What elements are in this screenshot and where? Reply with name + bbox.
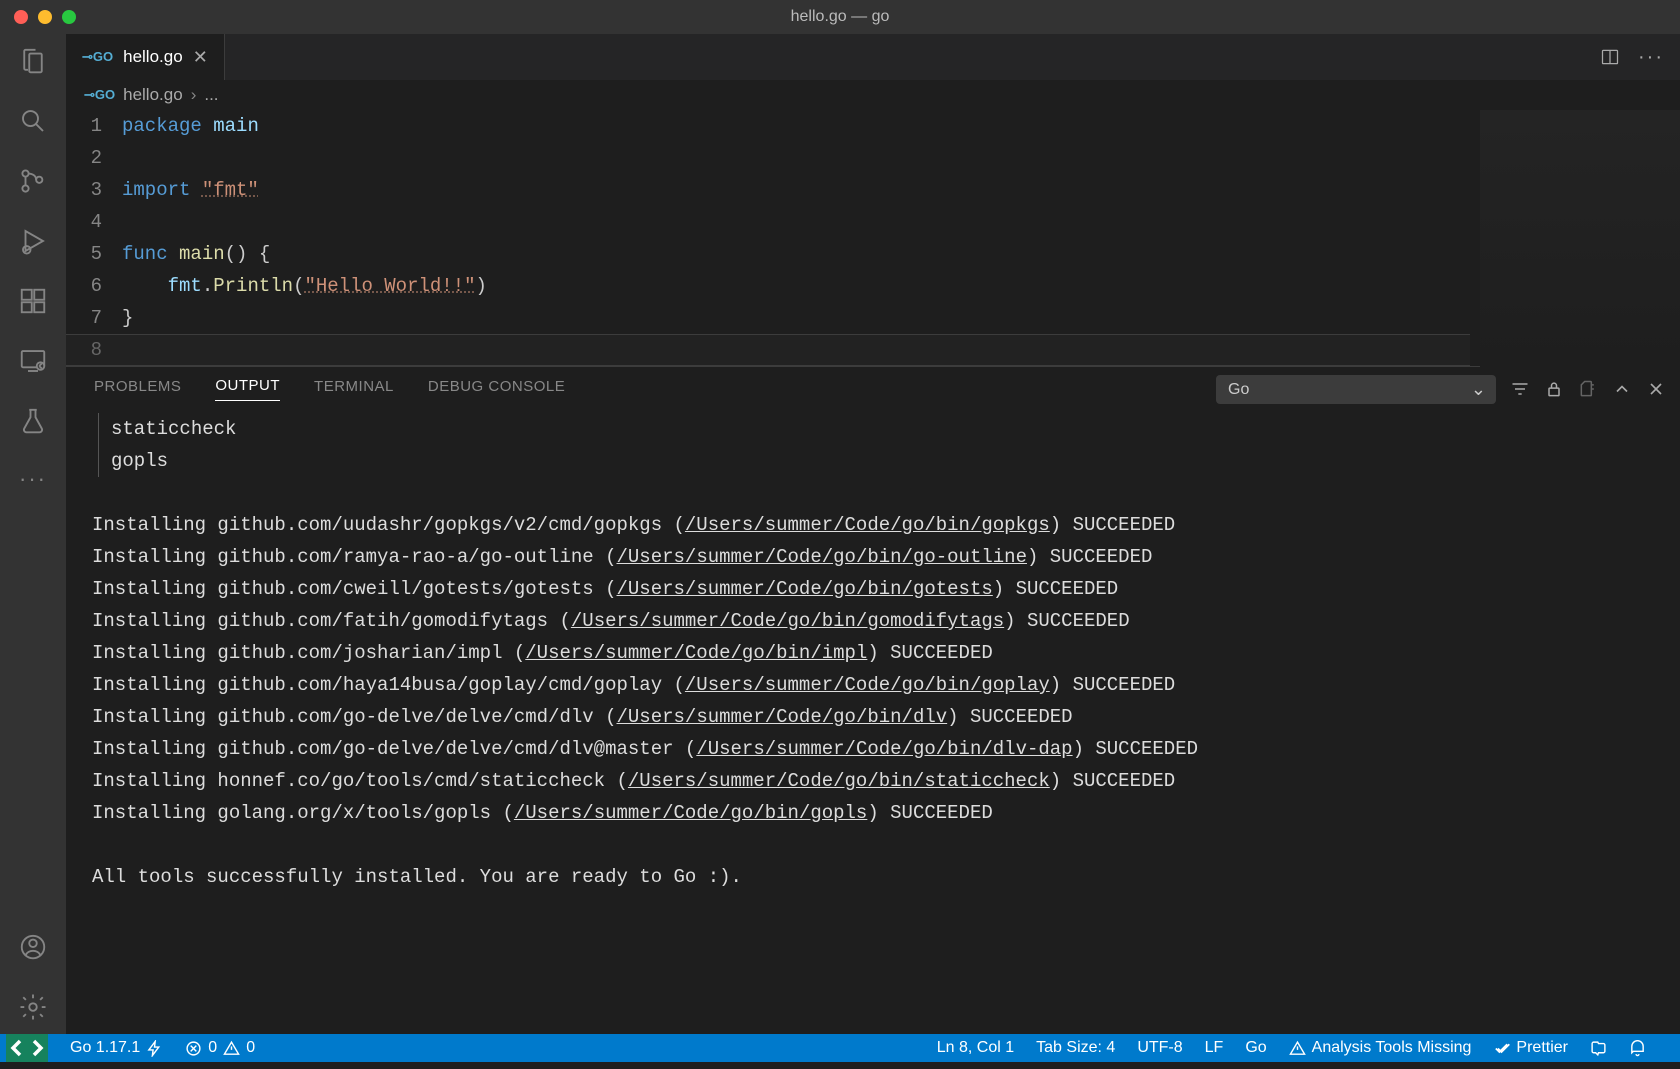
encoding-status[interactable]: UTF-8 xyxy=(1137,1039,1182,1057)
problems-status[interactable]: 0 0 xyxy=(185,1039,255,1057)
output-line: Installing github.com/cweill/gotests/got… xyxy=(92,573,1680,605)
code-editor[interactable]: 1 2 3 4 5 6 7 8 package main import "fmt… xyxy=(66,110,1680,366)
cursor-position-status[interactable]: Ln 8, Col 1 xyxy=(937,1039,1014,1057)
activity-bar: ··· xyxy=(0,34,66,1034)
panel-tab-debug-console[interactable]: DEBUG CONSOLE xyxy=(428,378,565,401)
output-line: Installing github.com/fatih/gomodifytags… xyxy=(92,605,1680,637)
panel-tab-output[interactable]: OUTPUT xyxy=(215,377,280,401)
extensions-icon[interactable] xyxy=(18,286,48,316)
breadcrumb-separator: › xyxy=(191,85,197,105)
output-line: Installing github.com/go-delve/delve/cmd… xyxy=(92,733,1680,765)
prettier-status[interactable]: Prettier xyxy=(1493,1039,1568,1057)
eol-status[interactable]: LF xyxy=(1205,1039,1224,1057)
clear-output-icon[interactable] xyxy=(1578,379,1598,399)
go-file-icon: ⊸GO xyxy=(82,49,113,65)
editor-tabs: ⊸GO hello.go ✕ ··· xyxy=(66,34,1680,80)
output-line: Installing github.com/ramya-rao-a/go-out… xyxy=(92,541,1680,573)
close-window-button[interactable] xyxy=(14,10,28,24)
panel-tab-terminal[interactable]: TERMINAL xyxy=(314,378,394,401)
more-actions-icon[interactable]: ··· xyxy=(1638,46,1664,69)
output-line: Installing github.com/uudashr/gopkgs/v2/… xyxy=(92,509,1680,541)
explorer-icon[interactable] xyxy=(18,46,48,76)
output-line: Installing github.com/josharian/impl (/U… xyxy=(92,637,1680,669)
output-content[interactable]: staticcheck gopls Installing github.com/… xyxy=(66,411,1680,1034)
output-line: Installing github.com/haya14busa/goplay/… xyxy=(92,669,1680,701)
minimize-window-button[interactable] xyxy=(38,10,52,24)
tab-hello-go[interactable]: ⊸GO hello.go ✕ xyxy=(66,34,225,80)
output-line: Installing github.com/go-delve/delve/cmd… xyxy=(92,701,1680,733)
output-footer: All tools successfully installed. You ar… xyxy=(92,861,1680,893)
remote-explorer-icon[interactable] xyxy=(18,346,48,376)
traffic-lights xyxy=(14,10,76,24)
breadcrumb-file: hello.go xyxy=(123,85,183,105)
analysis-tools-status[interactable]: Analysis Tools Missing xyxy=(1289,1039,1472,1057)
status-bar: Go 1.17.1 0 0 Ln 8, Col 1 Tab Size: 4 UT… xyxy=(0,1034,1680,1062)
run-debug-icon[interactable] xyxy=(18,226,48,256)
titlebar: hello.go — go xyxy=(0,0,1680,34)
close-tab-icon[interactable]: ✕ xyxy=(193,47,208,68)
filter-icon[interactable] xyxy=(1510,379,1530,399)
close-panel-icon[interactable] xyxy=(1646,379,1666,399)
feedback-icon[interactable] xyxy=(1590,1040,1607,1057)
breadcrumb[interactable]: ⊸GO hello.go › ... xyxy=(66,80,1680,110)
source-control-icon[interactable] xyxy=(18,166,48,196)
window-title: hello.go — go xyxy=(791,8,890,26)
go-file-icon: ⊸GO xyxy=(84,87,115,103)
testing-icon[interactable] xyxy=(18,406,48,436)
go-version-status[interactable]: Go 1.17.1 xyxy=(70,1039,163,1057)
panel-tab-problems[interactable]: PROBLEMS xyxy=(94,378,181,401)
language-mode-status[interactable]: Go xyxy=(1245,1039,1266,1057)
breadcrumb-more: ... xyxy=(204,85,218,105)
code-content[interactable]: package main import "fmt" func main() { … xyxy=(122,110,1680,366)
line-number-gutter: 1 2 3 4 5 6 7 8 xyxy=(66,110,122,366)
search-icon[interactable] xyxy=(18,106,48,136)
lock-scroll-icon[interactable] xyxy=(1544,379,1564,399)
more-icon[interactable]: ··· xyxy=(19,466,47,492)
panel: PROBLEMS OUTPUT TERMINAL DEBUG CONSOLE G… xyxy=(66,366,1680,1034)
tab-label: hello.go xyxy=(123,47,183,67)
output-line: Installing honnef.co/go/tools/cmd/static… xyxy=(92,765,1680,797)
output-line: Installing golang.org/x/tools/gopls (/Us… xyxy=(92,797,1680,829)
account-icon[interactable] xyxy=(18,932,48,962)
indentation-status[interactable]: Tab Size: 4 xyxy=(1036,1039,1115,1057)
output-channel-select[interactable]: Go xyxy=(1216,375,1496,404)
settings-gear-icon[interactable] xyxy=(18,992,48,1022)
notifications-icon[interactable] xyxy=(1629,1040,1646,1057)
maximize-panel-icon[interactable] xyxy=(1612,379,1632,399)
split-editor-icon[interactable] xyxy=(1600,47,1620,67)
minimap[interactable] xyxy=(1480,110,1680,370)
maximize-window-button[interactable] xyxy=(62,10,76,24)
remote-indicator[interactable] xyxy=(6,1034,48,1062)
